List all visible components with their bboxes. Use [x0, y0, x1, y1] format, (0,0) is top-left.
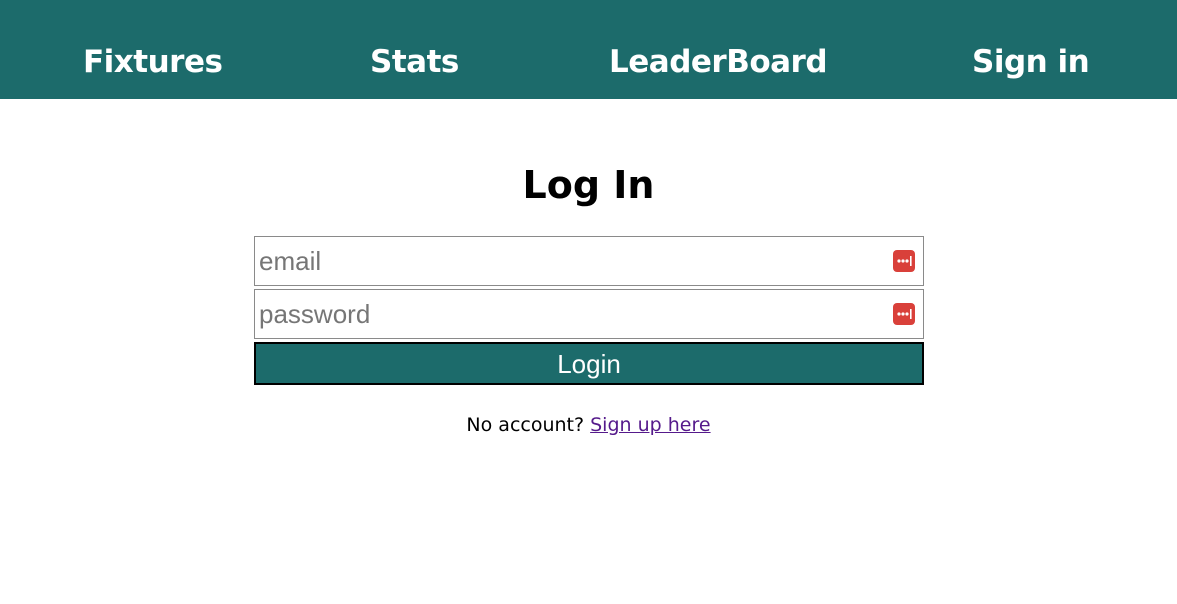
signup-prompt: No account? Sign up here	[0, 412, 1177, 438]
email-input[interactable]	[255, 237, 879, 285]
password-input[interactable]	[255, 290, 879, 338]
top-navbar: Fixtures Stats LeaderBoard Sign in	[0, 0, 1177, 99]
password-manager-icon[interactable]	[893, 250, 915, 272]
nav-item-stats[interactable]: Stats	[370, 39, 459, 85]
signup-link[interactable]: Sign up here	[590, 414, 710, 436]
password-manager-icon[interactable]	[893, 303, 915, 325]
nav-item-leaderboard[interactable]: LeaderBoard	[609, 39, 828, 85]
nav-item-sign-in[interactable]: Sign in	[972, 39, 1090, 85]
password-field	[254, 289, 924, 339]
no-account-text: No account?	[466, 414, 585, 436]
nav-item-fixtures[interactable]: Fixtures	[83, 39, 223, 85]
login-button[interactable]: Login	[254, 342, 924, 385]
email-field	[254, 236, 924, 286]
page-title: Log In	[522, 163, 655, 207]
